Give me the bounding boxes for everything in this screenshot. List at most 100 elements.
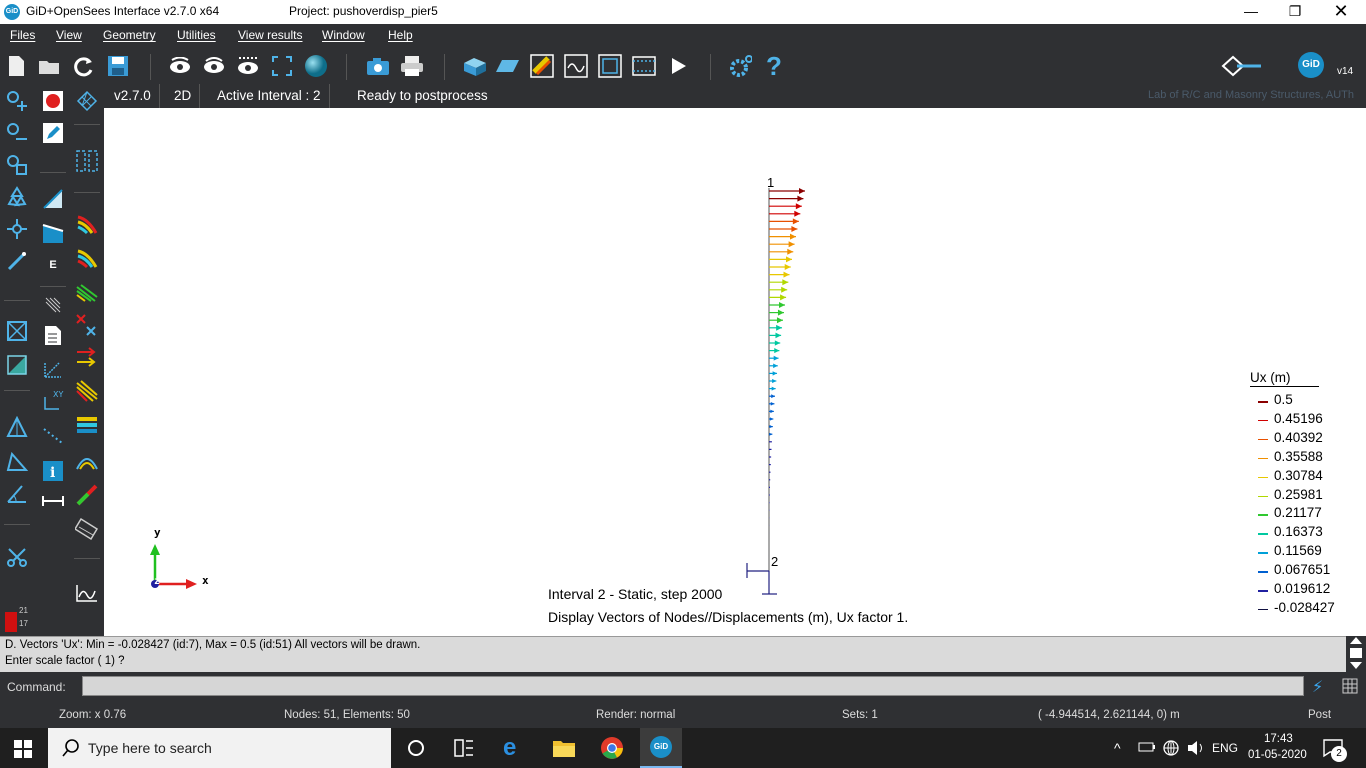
menu-utilities[interactable]: Utilities <box>177 28 216 42</box>
animation-film-icon[interactable] <box>632 54 656 78</box>
edit-pencil-icon[interactable] <box>40 120 66 146</box>
menu-help[interactable]: Help <box>388 28 413 42</box>
menu-window[interactable]: Window <box>322 28 365 42</box>
settings-gear-icon[interactable] <box>728 54 752 78</box>
print-icon[interactable] <box>400 54 424 78</box>
legend-label: 0.5 <box>1274 392 1293 407</box>
windows-start-icon[interactable] <box>14 740 32 761</box>
show-hidden-icons-icon[interactable]: ^ <box>1114 740 1121 756</box>
volume-icon[interactable] <box>4 414 30 440</box>
new-file-icon[interactable] <box>4 54 28 78</box>
view-zoom-eye-icon[interactable] <box>236 54 260 78</box>
camera-icon[interactable] <box>366 54 390 78</box>
line-diagram-icon[interactable] <box>74 412 100 438</box>
axes-3d-icon[interactable] <box>40 356 66 382</box>
scroll-thumb[interactable] <box>1350 648 1362 658</box>
message-scrollbar[interactable] <box>1346 636 1366 672</box>
vector-arrowhead <box>772 378 777 384</box>
recycle-icon[interactable] <box>4 184 30 210</box>
grid-toggle-icon[interactable] <box>1342 678 1358 697</box>
stream-lines-icon[interactable] <box>74 378 100 404</box>
language-indicator[interactable]: ENG <box>1212 741 1238 755</box>
record-icon[interactable] <box>40 88 66 114</box>
distance-measure-icon[interactable] <box>40 488 66 514</box>
angle-measure-icon[interactable] <box>4 480 30 506</box>
display-vectors-icon[interactable] <box>74 344 100 370</box>
deformed-mesh-icon[interactable] <box>74 448 100 474</box>
graph-window-icon[interactable] <box>564 54 588 78</box>
graph-plot-icon[interactable] <box>74 580 100 606</box>
frame-view-icon[interactable] <box>598 54 622 78</box>
info-line-2: Display Vectors of Nodes//Displacements … <box>548 609 909 625</box>
open-folder-icon[interactable] <box>38 54 62 78</box>
delete-point-icon[interactable] <box>4 120 30 146</box>
task-view-icon[interactable] <box>454 739 474 760</box>
vector-arrowhead <box>792 218 799 225</box>
create-point-icon[interactable] <box>4 88 30 114</box>
vector-arrowhead <box>771 394 776 399</box>
render-sphere-icon[interactable] <box>304 54 328 78</box>
gradient-pen-icon[interactable] <box>74 482 100 508</box>
taskbar-search-box[interactable]: Type here to search <box>48 728 391 768</box>
legend-label: 0.11569 <box>1274 543 1322 559</box>
clock-time[interactable]: 17:43 <box>1264 733 1293 745</box>
battery-icon[interactable] <box>1138 740 1156 757</box>
view-pan-eye-icon[interactable] <box>202 54 226 78</box>
scroll-up-icon[interactable] <box>1350 637 1362 644</box>
element-label-icon[interactable]: E <box>40 252 66 278</box>
play-icon[interactable] <box>666 54 690 78</box>
file-explorer-icon[interactable] <box>552 738 576 761</box>
refresh-icon[interactable] <box>72 54 96 78</box>
clock-date[interactable]: 01-05-2020 <box>1248 749 1307 761</box>
vector-arrowhead <box>773 355 779 361</box>
lightning-icon[interactable]: ⚡ <box>1312 677 1323 697</box>
surface-fill-icon[interactable] <box>4 352 30 378</box>
surface-mesh-icon[interactable] <box>40 220 66 246</box>
menu-geometry[interactable]: Geometry <box>103 28 156 42</box>
menu-view-results[interactable]: View results <box>238 28 302 42</box>
mesh-cube-icon[interactable] <box>462 54 486 78</box>
transform-icon[interactable] <box>4 216 30 242</box>
gid-taskbar-button[interactable]: GiD <box>640 728 682 768</box>
dotted-line-icon[interactable] <box>40 422 66 448</box>
scroll-down-icon[interactable] <box>1350 662 1362 669</box>
maximize-button[interactable]: ❐ <box>1272 0 1318 24</box>
info-icon[interactable]: i <box>40 458 66 484</box>
hatch-icon[interactable] <box>40 292 66 318</box>
contour-fill-icon[interactable] <box>530 54 554 78</box>
network-globe-icon[interactable] <box>1162 739 1180 760</box>
volume-icon[interactable] <box>1186 739 1206 760</box>
show-min-max-icon[interactable] <box>74 312 100 338</box>
legend-label: 0.21177 <box>1274 505 1322 521</box>
xy-plane-icon[interactable]: XY <box>40 388 66 414</box>
measure-pen-icon[interactable] <box>4 248 30 274</box>
close-button[interactable]: ✕ <box>1318 0 1364 24</box>
section-cut-icon[interactable] <box>74 516 100 542</box>
graphics-viewport[interactable]: 1 2 y x z Interval 2 - Static, step 2000… <box>104 108 1366 636</box>
cortana-icon[interactable] <box>406 738 426 761</box>
document-icon[interactable] <box>40 322 66 348</box>
command-input[interactable] <box>82 676 1304 696</box>
zoom-frame-icon[interactable] <box>270 54 294 78</box>
legend-frame-icon[interactable] <box>74 148 100 174</box>
minimize-button[interactable]: — <box>1228 0 1274 24</box>
mesh-wireframe-icon[interactable] <box>74 88 100 114</box>
triangle-element-icon[interactable] <box>4 448 30 474</box>
iso-lines-icon[interactable] <box>74 280 100 306</box>
contour-lines-icon[interactable] <box>74 246 100 272</box>
layer-plane-icon[interactable] <box>496 54 520 78</box>
draw-plane-icon[interactable] <box>40 186 66 212</box>
help-question-icon[interactable]: ? <box>762 53 786 79</box>
edge-browser-icon[interactable]: e <box>503 736 516 760</box>
save-icon[interactable] <box>106 54 130 78</box>
exit-postprocess-icon[interactable] <box>1220 54 1264 78</box>
menu-files[interactable]: Files <box>10 28 35 42</box>
boundary-box-icon[interactable] <box>4 318 30 344</box>
menu-view[interactable]: View <box>56 28 82 42</box>
chrome-icon[interactable] <box>600 736 624 763</box>
view-rotate-eye-icon[interactable] <box>168 54 192 78</box>
create-surface-icon[interactable] <box>4 152 30 178</box>
notification-count: 2 <box>1331 746 1347 762</box>
cut-scissors-icon[interactable] <box>4 544 30 570</box>
contour-rainbow-icon[interactable] <box>74 212 100 238</box>
